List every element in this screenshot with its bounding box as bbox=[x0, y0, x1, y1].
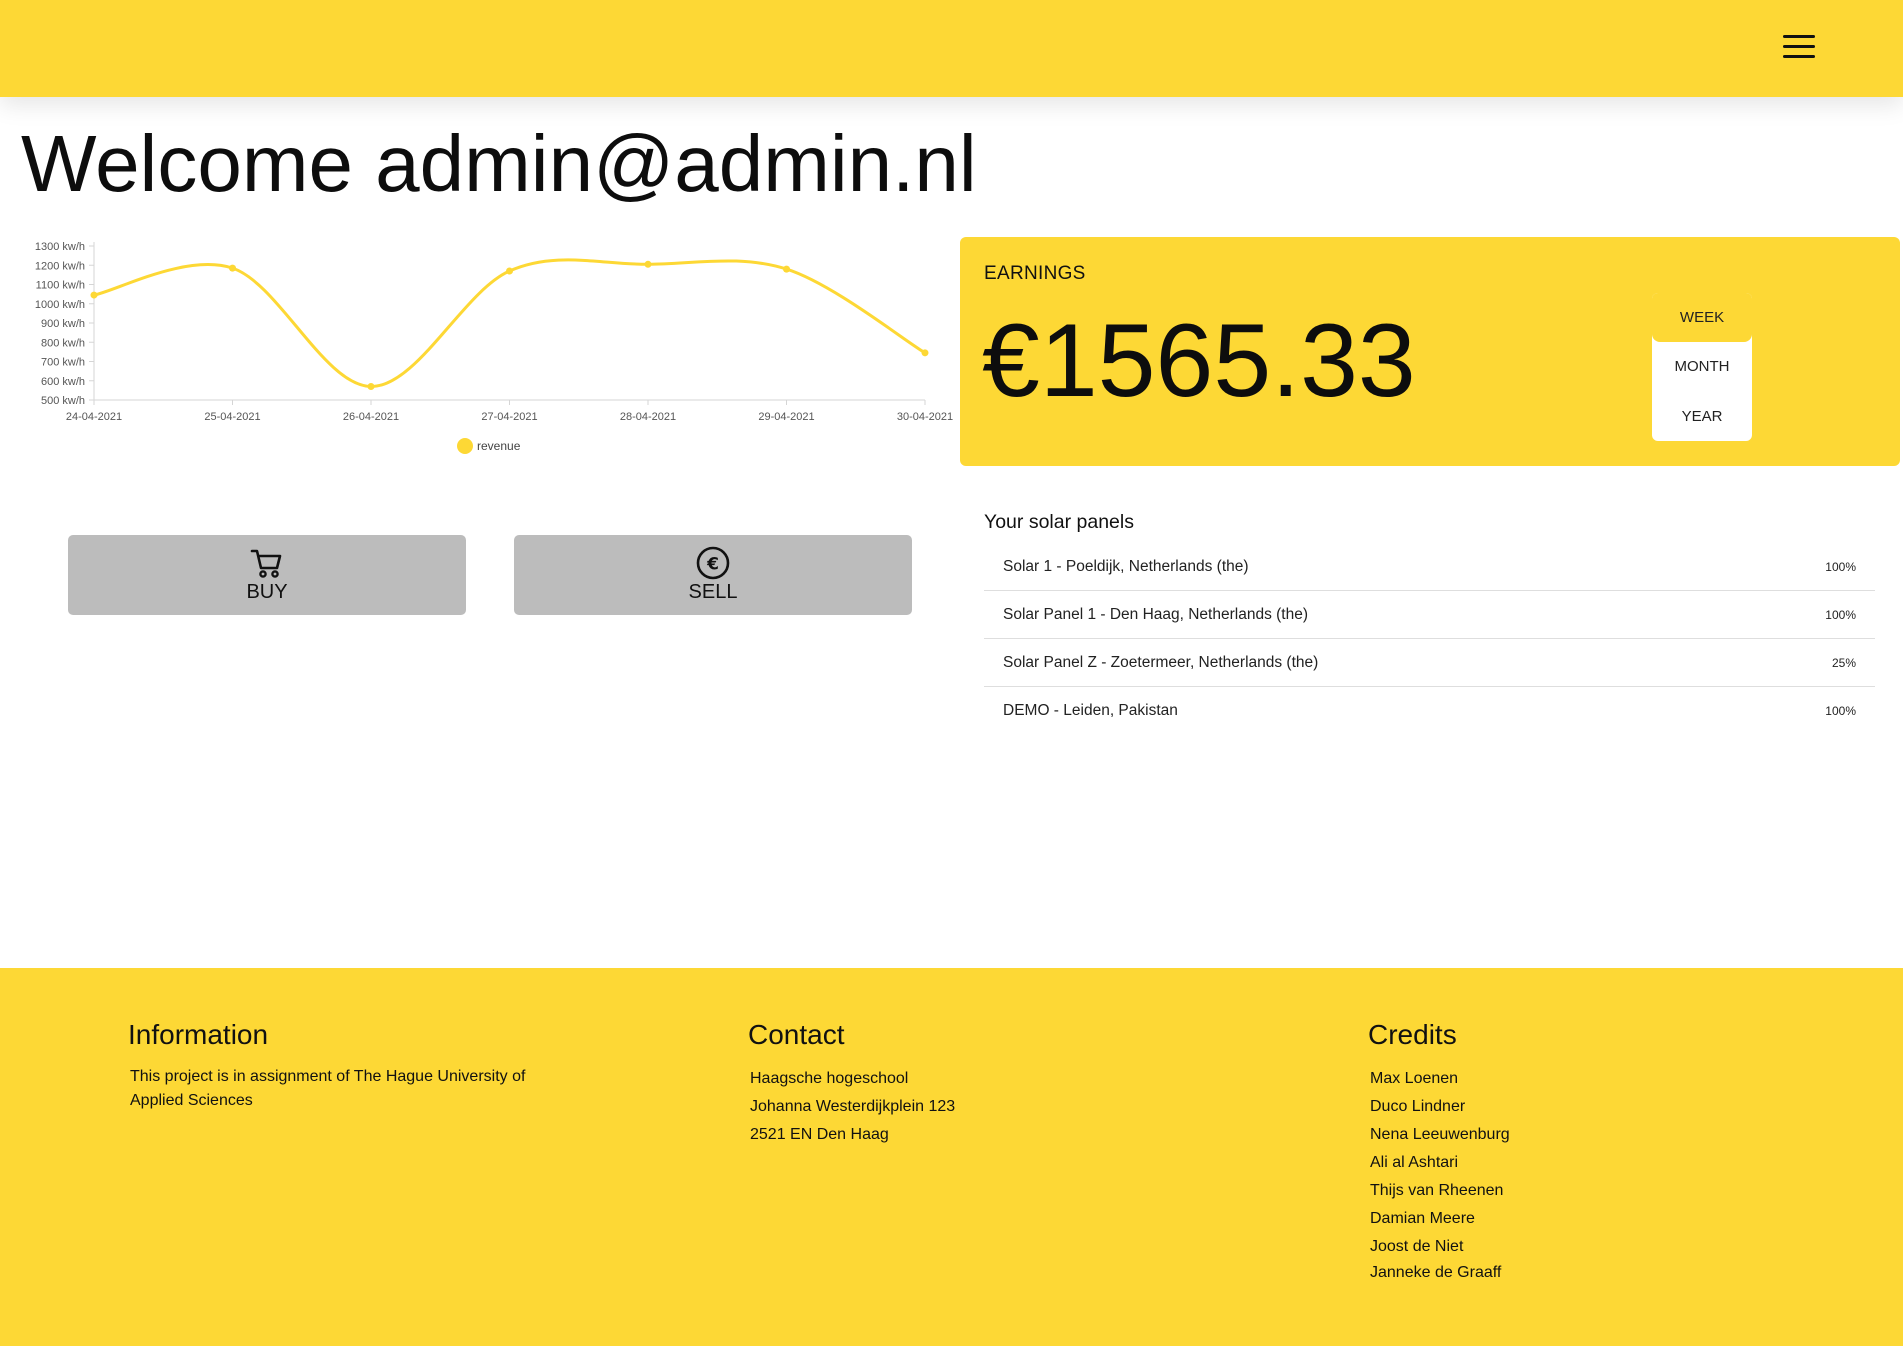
panel-percent: 100% bbox=[1825, 607, 1856, 622]
euro-coin-icon: € bbox=[696, 546, 730, 580]
solar-panels-title: Your solar panels bbox=[984, 511, 1134, 533]
contact-line: 2521 EN Den Haag bbox=[750, 1126, 889, 1143]
credits-heading: Credits bbox=[1368, 1019, 1457, 1050]
period-week-button[interactable]: WEEK bbox=[1652, 293, 1752, 343]
x-tick-label: 30-04-2021 bbox=[897, 411, 953, 423]
shopping-cart-icon bbox=[250, 549, 282, 578]
x-tick-label: 25-04-2021 bbox=[204, 411, 260, 423]
y-tick-label: 500 kw/h bbox=[41, 395, 85, 407]
revenue-data-point bbox=[229, 264, 236, 272]
information-heading: Information bbox=[128, 1019, 269, 1050]
panel-name: Solar 1 - Poeldijk, Netherlands (the) bbox=[1003, 557, 1249, 575]
contact-heading: Contact bbox=[748, 1019, 845, 1050]
solar-panel-item[interactable]: DEMO - Leiden, Pakistan 100% bbox=[984, 687, 1875, 735]
earnings-title: EARNINGS bbox=[984, 263, 1086, 284]
y-tick-label: 1000 kw/h bbox=[35, 299, 85, 311]
y-tick-label: 1200 kw/h bbox=[35, 260, 85, 272]
contact-line: Haagsche hogeschool bbox=[750, 1070, 909, 1087]
x-tick-label: 26-04-2021 bbox=[343, 411, 399, 423]
revenue-line-chart: 500 kw/h 600 kw/h 700 kw/h 800 kw/h 900 kw/h… bbox=[35, 241, 953, 454]
panel-percent: 25% bbox=[1831, 655, 1856, 670]
earnings-card: EARNINGS €1565.33 WEEK MONTH YEAR bbox=[960, 237, 1900, 466]
contact-line: Johanna Westerdijkplein 123 bbox=[750, 1098, 956, 1115]
sell-label: SELL bbox=[688, 581, 738, 603]
credit-name: Thijs van Rheenen bbox=[1370, 1182, 1504, 1199]
legend-label: revenue bbox=[477, 439, 521, 453]
footer-credits: Credits Max Loenen Duco Lindner Nena Lee… bbox=[1368, 1019, 1510, 1287]
page-footer: Information This project is in assignmen… bbox=[0, 968, 1903, 1346]
credit-name: Nena Leeuwenburg bbox=[1370, 1126, 1510, 1143]
period-selector: WEEK MONTH YEAR bbox=[1652, 293, 1752, 441]
y-tick-label: 1300 kw/h bbox=[35, 241, 85, 253]
information-text: This project is in assignment of The Hag… bbox=[130, 1068, 526, 1109]
revenue-data-point bbox=[506, 267, 513, 275]
y-tick-label: 600 kw/h bbox=[41, 376, 85, 388]
credit-name: Ali al Ashtari bbox=[1370, 1154, 1459, 1171]
hamburger-menu-icon[interactable] bbox=[1783, 33, 1815, 61]
solar-panel-list: Solar 1 - Poeldijk, Netherlands (the) 10… bbox=[984, 543, 1875, 735]
legend-swatch bbox=[457, 438, 473, 454]
credit-name: Janneke de Graaff bbox=[1370, 1264, 1502, 1281]
revenue-data-point bbox=[921, 349, 929, 357]
period-year-button[interactable]: YEAR bbox=[1652, 392, 1752, 441]
revenue-data-point bbox=[783, 265, 790, 273]
solar-panel-item[interactable]: Solar Panel Z - Zoetermeer, Netherlands … bbox=[984, 639, 1875, 687]
y-tick-label: 700 kw/h bbox=[41, 357, 85, 369]
buy-label: BUY bbox=[246, 581, 288, 603]
x-tick-label: 27-04-2021 bbox=[481, 411, 537, 423]
solar-panel-item[interactable]: Solar Panel 1 - Den Haag, Netherlands (t… bbox=[984, 591, 1875, 639]
y-tick-label: 800 kw/h bbox=[41, 337, 85, 349]
x-tick-label: 28-04-2021 bbox=[620, 411, 676, 423]
x-tick-label: 24-04-2021 bbox=[66, 411, 122, 423]
credit-name: Max Loenen bbox=[1370, 1070, 1459, 1087]
panel-percent: 100% bbox=[1825, 704, 1856, 718]
period-month-button[interactable]: MONTH bbox=[1652, 342, 1752, 391]
sell-button[interactable]: € SELL bbox=[514, 535, 912, 615]
buy-button[interactable]: BUY bbox=[68, 535, 466, 615]
revenue-series-line bbox=[93, 258, 926, 389]
credit-name: Damian Meere bbox=[1370, 1210, 1475, 1227]
revenue-data-point bbox=[644, 260, 652, 268]
welcome-heading: Welcome admin@admin.nl bbox=[21, 119, 977, 208]
footer-contact: Contact Haagsche hogeschool Johanna West… bbox=[748, 1019, 955, 1149]
svg-text:€: € bbox=[706, 555, 719, 575]
solar-panel-item[interactable]: Solar 1 - Poeldijk, Netherlands (the) 10… bbox=[984, 543, 1875, 591]
y-tick-label: 900 kw/h bbox=[41, 318, 85, 330]
credit-name: Duco Lindner bbox=[1370, 1098, 1466, 1115]
panel-name: Solar Panel 1 - Den Haag, Netherlands (t… bbox=[1003, 605, 1308, 623]
earnings-amount: €1565.33 bbox=[982, 303, 1416, 419]
footer-information: Information This project is in assignmen… bbox=[128, 1019, 550, 1113]
panel-percent: 100% bbox=[1825, 559, 1856, 574]
y-tick-label: 1100 kw/h bbox=[36, 280, 85, 292]
top-navbar bbox=[0, 0, 1903, 97]
x-tick-label: 29-04-2021 bbox=[758, 411, 814, 423]
revenue-data-point bbox=[90, 291, 98, 299]
panel-name: Solar Panel Z - Zoetermeer, Netherlands … bbox=[1003, 653, 1319, 671]
revenue-data-point bbox=[367, 383, 375, 391]
panel-name: DEMO - Leiden, Pakistan bbox=[1003, 702, 1178, 719]
credit-name: Joost de Niet bbox=[1370, 1238, 1464, 1255]
